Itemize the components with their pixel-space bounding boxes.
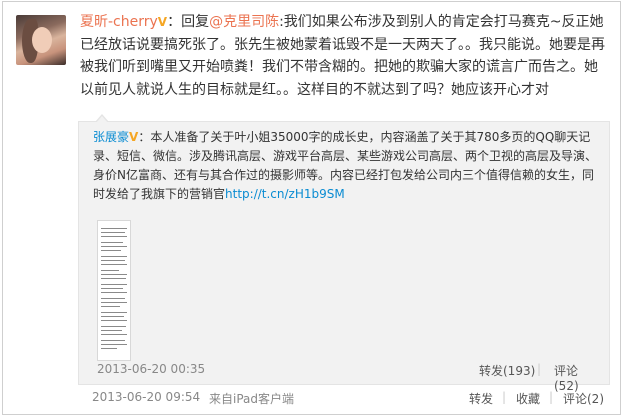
avatar-face [32, 27, 52, 53]
repost-short-link[interactable]: http://t.cn/zH1b9SM [225, 187, 345, 201]
divider: | [502, 390, 507, 404]
divider: | [537, 362, 542, 376]
post-body: 夏昕-cherryV：回复@克里司陈:我们如果公布涉及到别人的肯定会打马赛克~反… [80, 11, 610, 101]
repost-verified-badge-icon: V [129, 130, 139, 144]
mention-link[interactable]: @克里司陈 [209, 14, 279, 30]
verified-badge-icon: V [157, 15, 168, 29]
avatar[interactable] [16, 15, 66, 65]
repost-box: 张展豪V：本人准备了关于叶小姐35000字的成长史，内容涵盖了关于其780多页的… [78, 114, 610, 393]
comment-button[interactable]: 评论(2) [563, 390, 604, 407]
post-author-link[interactable]: 夏昕-cherry [80, 14, 158, 30]
repost-content: 张展豪V：本人准备了关于叶小姐35000字的成长史，内容涵盖了关于其780多页的… [93, 128, 598, 204]
attached-image-thumbnail[interactable] [97, 220, 131, 361]
post-source[interactable]: 来自iPad客户端 [209, 390, 294, 407]
weibo-post-card: 夏昕-cherryV：回复@克里司陈:我们如果公布涉及到别人的肯定会打马赛克~反… [2, 1, 621, 415]
divider: | [549, 390, 554, 404]
repost-author-link[interactable]: 张展豪 [93, 130, 129, 144]
post-timestamp[interactable]: 2013-06-20 09:54 [92, 390, 200, 404]
repost-button[interactable]: 转发 [469, 390, 493, 407]
repost-comment-button[interactable]: 评论(52) [554, 362, 597, 393]
repost-text: ：本人准备了关于叶小姐35000字的成长史，内容涵盖了关于其780多页的QQ聊天… [93, 130, 598, 201]
favorite-button[interactable]: 收藏 [516, 390, 540, 407]
reply-prefix: ：回复 [167, 14, 210, 30]
repost-timestamp[interactable]: 2013-06-20 00:35 [97, 362, 205, 376]
repost-count-button[interactable]: 转发(193) [479, 362, 535, 379]
